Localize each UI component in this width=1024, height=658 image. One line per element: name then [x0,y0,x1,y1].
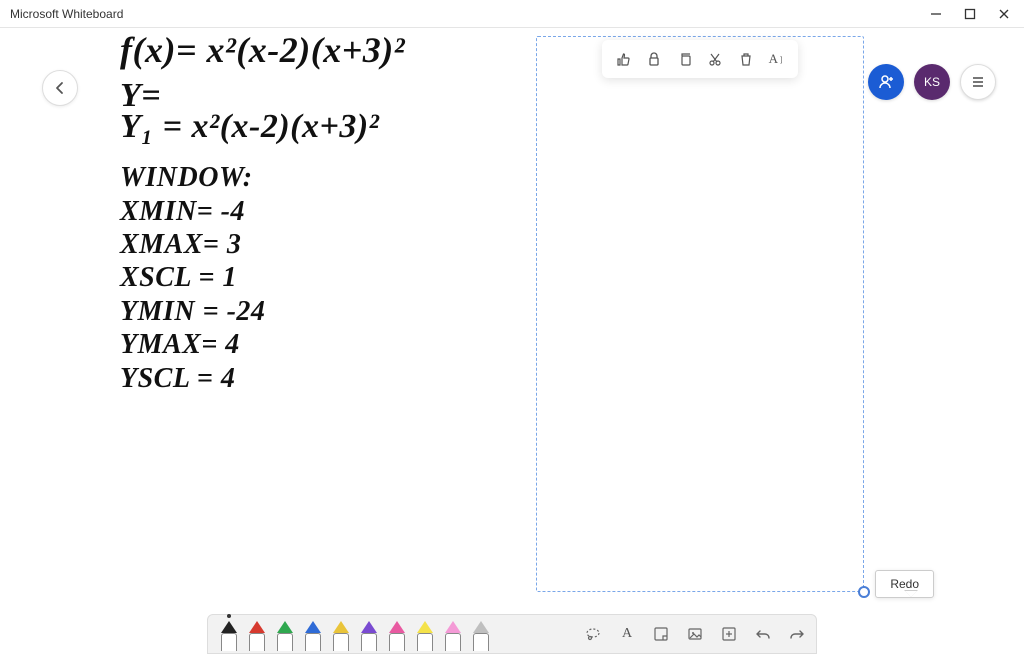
eraser[interactable] [470,621,492,651]
selection-toolbar: A❳ [602,40,798,78]
back-button[interactable] [42,70,78,106]
title-bar: Microsoft Whiteboard [0,0,1024,28]
pen-red[interactable] [246,621,268,651]
redo-tooltip: Redo [875,570,934,598]
delete-icon[interactable] [737,50,755,68]
redo-icon[interactable] [788,625,806,643]
pen-purple[interactable] [358,621,380,651]
hamburger-icon [970,74,986,90]
pen-tray [218,621,492,651]
minimize-button[interactable] [928,6,944,22]
invite-button[interactable] [868,64,904,100]
ink-window-heading: WINDOW: [120,163,520,192]
text-icon[interactable]: A [618,625,636,643]
add-icon[interactable] [720,625,738,643]
ink-xmax: XMAX= 3 [120,230,520,259]
selection-resize-handle[interactable] [858,586,870,598]
lock-icon[interactable] [645,50,663,68]
alt-text-icon[interactable]: A❳ [768,50,786,68]
pen-blue[interactable] [302,621,324,651]
pen-yellow[interactable] [330,621,352,651]
settings-menu-button[interactable] [960,64,996,100]
app-title: Microsoft Whiteboard [10,7,928,21]
top-right-controls: KS [868,64,996,100]
arrow-left-icon [52,80,68,96]
pen-green[interactable] [274,621,296,651]
ink-xmin: XMIN= -4 [120,197,520,226]
pen-black[interactable] [218,621,240,651]
ink-line-1: f(x)= x²(x-2)(x+3)² [120,32,520,70]
maximize-button[interactable] [962,6,978,22]
undo-icon[interactable] [754,625,772,643]
bottom-toolbar: A [207,614,817,654]
close-button[interactable] [996,6,1012,22]
like-icon[interactable] [614,50,632,68]
lasso-icon[interactable] [584,625,602,643]
pen-rainbow[interactable] [386,621,408,651]
window-controls [928,6,1016,22]
cut-icon[interactable] [706,50,724,68]
tool-tray: A [584,625,806,651]
ink-line-3: Y₁ = x²(x-2)(x+3)² [120,109,520,145]
note-icon[interactable] [652,625,670,643]
highlighter-yellow[interactable] [414,621,436,651]
selection-rectangle[interactable] [536,36,864,592]
user-avatar[interactable]: KS [914,64,950,100]
highlighter-pink[interactable] [442,621,464,651]
image-icon[interactable] [686,625,704,643]
ink-ymin: YMIN = -24 [120,297,520,326]
copy-icon[interactable] [676,50,694,68]
ink-ymax: YMAX= 4 [120,330,520,359]
ink-yscl: YSCL = 4 [120,364,520,393]
ink-xscl: XSCL = 1 [120,263,520,292]
handwriting-content: f(x)= x²(x-2)(x+3)² Y= Y₁ = x²(x-2)(x+3)… [120,32,520,393]
person-plus-icon [877,73,895,91]
